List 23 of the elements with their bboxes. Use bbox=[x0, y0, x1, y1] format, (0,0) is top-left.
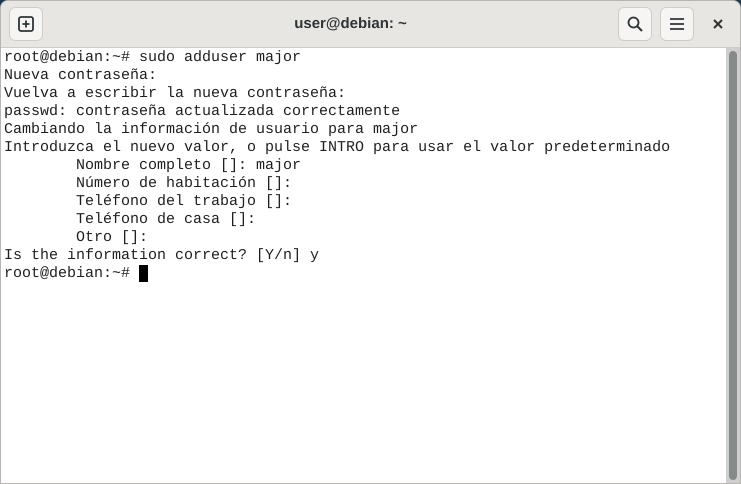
menu-button[interactable] bbox=[660, 7, 694, 41]
terminal-line: Número de habitación []: bbox=[75, 175, 292, 193]
terminal-line: root@debian:~# sudo adduser major bbox=[4, 49, 302, 67]
terminal-line: passwd: contraseña actualizada correctamente bbox=[4, 103, 400, 121]
search-button[interactable] bbox=[618, 7, 652, 41]
window-title: user@debian: ~ bbox=[294, 14, 407, 34]
menu-icon bbox=[669, 17, 685, 31]
terminal-line: Teléfono del trabajo []: bbox=[75, 193, 292, 211]
text-cursor bbox=[139, 265, 148, 282]
search-icon bbox=[627, 16, 643, 32]
terminal-line: Nueva contraseña: bbox=[4, 67, 158, 85]
terminal-line: Vuelva a escribir la nueva contraseña: bbox=[4, 85, 346, 103]
terminal-line: Is the information correct? [Y/n] y bbox=[4, 247, 320, 265]
terminal-line: Teléfono de casa []: bbox=[75, 211, 256, 229]
scrollbar[interactable] bbox=[726, 48, 740, 483]
close-icon bbox=[713, 19, 723, 29]
terminal-line: root@debian:~# bbox=[4, 265, 132, 283]
new-tab-button[interactable] bbox=[9, 7, 43, 41]
terminal-line: Otro []: bbox=[75, 229, 148, 247]
terminal-line: Introduzca el nuevo valor, o pulse INTRO para usar el valor predeterminado bbox=[4, 139, 670, 157]
plus-icon bbox=[18, 16, 34, 32]
terminal-line: Nombre completo []: major bbox=[75, 157, 302, 175]
terminal-line: Cambiando la información de usuario para major bbox=[4, 121, 418, 139]
